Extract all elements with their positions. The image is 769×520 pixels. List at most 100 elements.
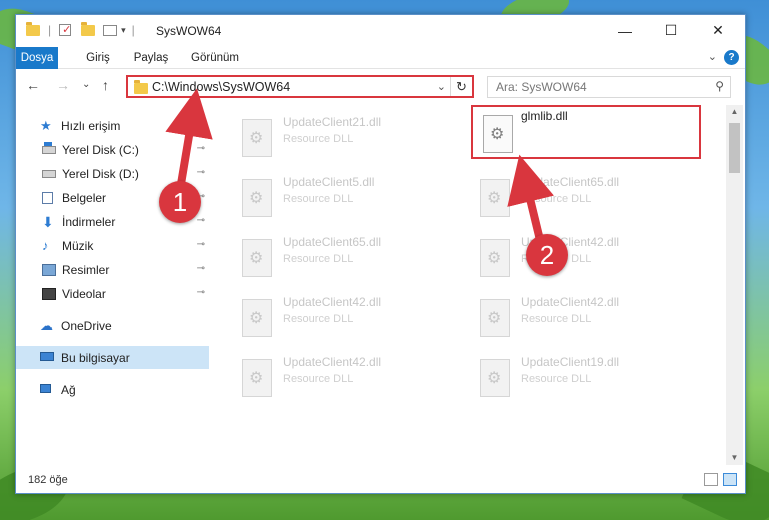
pin-icon[interactable]: ⊸ (197, 143, 205, 154)
file-name: UpdateClient19.dll (521, 355, 620, 369)
scroll-thumb[interactable] (729, 123, 740, 173)
dll-file-icon (242, 239, 272, 277)
dll-file-icon (480, 359, 510, 397)
file-item[interactable]: UpdateClient42.dll Resource DLL (232, 291, 462, 345)
scroll-up-icon[interactable]: ▲ (726, 105, 743, 119)
search-box[interactable]: Ara: SysWOW64 ⚲ (487, 76, 731, 98)
file-item[interactable]: UpdateClient42.dll Resource DLL (470, 231, 700, 285)
details-view-icon[interactable] (704, 473, 718, 486)
recent-locations-button[interactable]: ⌄ (82, 79, 90, 90)
refresh-button[interactable]: ↻ (450, 77, 472, 96)
address-path[interactable]: C:\Windows\SysWOW64 (152, 80, 290, 94)
file-item[interactable]: UpdateClient5.dll Resource DLL (232, 171, 462, 225)
scroll-down-icon[interactable]: ▼ (726, 451, 743, 465)
minimize-button[interactable]: — (602, 15, 648, 46)
ribbon: Dosya Giriş Paylaş Görünüm ⌄ ? (16, 47, 745, 69)
file-name: UpdateClient21.dll (283, 115, 382, 129)
navigation-bar: ← → ⌄ ↑ C:\Windows\SysWOW64 ⌄ ↻ Ara: Sys… (16, 69, 745, 103)
dll-file-icon (483, 115, 513, 153)
tab-dosya[interactable]: Dosya (16, 47, 58, 69)
sidebar-item-label: Müzik (62, 239, 94, 253)
search-icon: ⚲ (715, 79, 724, 93)
pin-icon[interactable]: ⊸ (197, 215, 205, 226)
view-switcher (704, 473, 737, 486)
pin-icon[interactable]: ⊸ (197, 167, 205, 178)
file-item[interactable]: UpdateClient65.dll Resource DLL (232, 231, 462, 285)
downloads-icon: ⬇ (42, 214, 54, 230)
sidebar-item-label: Yerel Disk (D:) (62, 167, 139, 181)
help-icon[interactable]: ? (724, 50, 739, 65)
close-button[interactable]: ✕ (695, 15, 741, 46)
this-pc-icon (40, 352, 54, 361)
file-item[interactable]: UpdateClient65.dll Resource DLL (470, 171, 700, 225)
file-name: UpdateClient42.dll (283, 295, 382, 309)
file-name: UpdateClient42.dll (521, 295, 620, 309)
dll-file-icon (242, 359, 272, 397)
item-count: 182 öğe (28, 474, 68, 486)
sidebar-item-label: Belgeler (62, 191, 107, 205)
up-button[interactable]: ↑ (102, 77, 109, 93)
sidebar-item-local-disk-c[interactable]: Yerel Disk (C:) ⊸ (16, 138, 209, 161)
file-name: UpdateClient65.dll (283, 235, 382, 249)
videos-icon (42, 288, 56, 300)
file-item[interactable]: UpdateClient42.dll Resource DLL (470, 291, 700, 345)
tab-paylas[interactable]: Paylaş (129, 47, 173, 69)
file-type: Resource DLL (283, 193, 354, 205)
file-item[interactable]: UpdateClient42.dll Resource DLL (232, 351, 462, 405)
tiles-view-icon[interactable] (723, 473, 737, 486)
pin-icon[interactable]: ⊸ (197, 239, 205, 250)
onedrive-icon: ☁ (40, 318, 53, 333)
file-type: Resource DLL (521, 193, 592, 205)
pin-icon[interactable]: ⊸ (197, 263, 205, 274)
sidebar-item-label: Yerel Disk (C:) (62, 143, 139, 157)
status-bar: 182 öğe (16, 467, 745, 493)
drive-d-icon (42, 170, 56, 178)
properties-icon[interactable]: ✓ (59, 24, 71, 36)
file-name: UpdateClient65.dll (521, 175, 620, 189)
customize-toolbar-icon[interactable]: ▾ (121, 25, 126, 36)
network-icon (40, 384, 51, 393)
window-title: SysWOW64 (156, 24, 222, 38)
sidebar-item-label: Hızlı erişim (61, 119, 121, 133)
address-dropdown-icon[interactable]: ⌄ (437, 80, 446, 93)
dll-file-icon (480, 179, 510, 217)
sidebar-item-quick-access[interactable]: ★ Hızlı erişim (16, 114, 209, 137)
ribbon-collapse-icon[interactable]: ⌄ (708, 50, 717, 63)
sidebar-item-pictures[interactable]: Resimler ⊸ (16, 258, 209, 281)
vertical-scrollbar[interactable]: ▲ ▼ (726, 105, 743, 465)
file-list: UpdateClient21.dll Resource DLL UpdateCl… (212, 105, 726, 465)
maximize-button[interactable]: ☐ (648, 15, 694, 46)
dll-file-icon (480, 299, 510, 337)
address-bar[interactable]: C:\Windows\SysWOW64 ⌄ ↻ (126, 75, 474, 98)
file-item-glmlib[interactable]: glmlib.dll (471, 105, 701, 159)
quick-access-toolbar: | ✓ ▾ | (26, 21, 135, 37)
sidebar-item-music[interactable]: ♪ Müzik ⊸ (16, 234, 209, 257)
new-folder-icon[interactable] (81, 21, 96, 36)
file-item[interactable]: UpdateClient21.dll Resource DLL (232, 111, 462, 165)
file-type: Resource DLL (521, 313, 592, 325)
file-item[interactable]: UpdateClient19.dll Resource DLL (470, 351, 700, 405)
tab-giris[interactable]: Giriş (78, 47, 118, 69)
tab-gorunum[interactable]: Görünüm (186, 47, 244, 69)
search-input[interactable]: Ara: SysWOW64 (496, 80, 587, 94)
file-type: Resource DLL (283, 373, 354, 385)
sidebar-item-onedrive[interactable]: ☁ OneDrive (16, 314, 209, 337)
sidebar-item-label: Videolar (62, 287, 106, 301)
file-name: UpdateClient42.dll (283, 355, 382, 369)
step-2-badge: 2 (526, 234, 568, 276)
sidebar-item-label: Bu bilgisayar (61, 351, 130, 365)
sidebar-item-videos[interactable]: Videolar ⊸ (16, 282, 209, 305)
dll-file-icon (242, 179, 272, 217)
pin-icon[interactable]: ⊸ (197, 287, 205, 298)
folder-icon (134, 80, 148, 94)
back-button[interactable]: ← (26, 77, 40, 93)
forward-button[interactable]: → (56, 77, 70, 93)
sidebar-item-this-pc[interactable]: Bu bilgisayar (16, 346, 209, 369)
separator: | (48, 23, 52, 37)
rename-icon[interactable] (103, 24, 118, 36)
folder-icon (26, 21, 40, 36)
documents-icon (42, 192, 53, 204)
sidebar-item-network[interactable]: Ağ (16, 378, 209, 401)
file-name: glmlib.dll (521, 109, 568, 123)
dll-file-icon (242, 119, 272, 157)
